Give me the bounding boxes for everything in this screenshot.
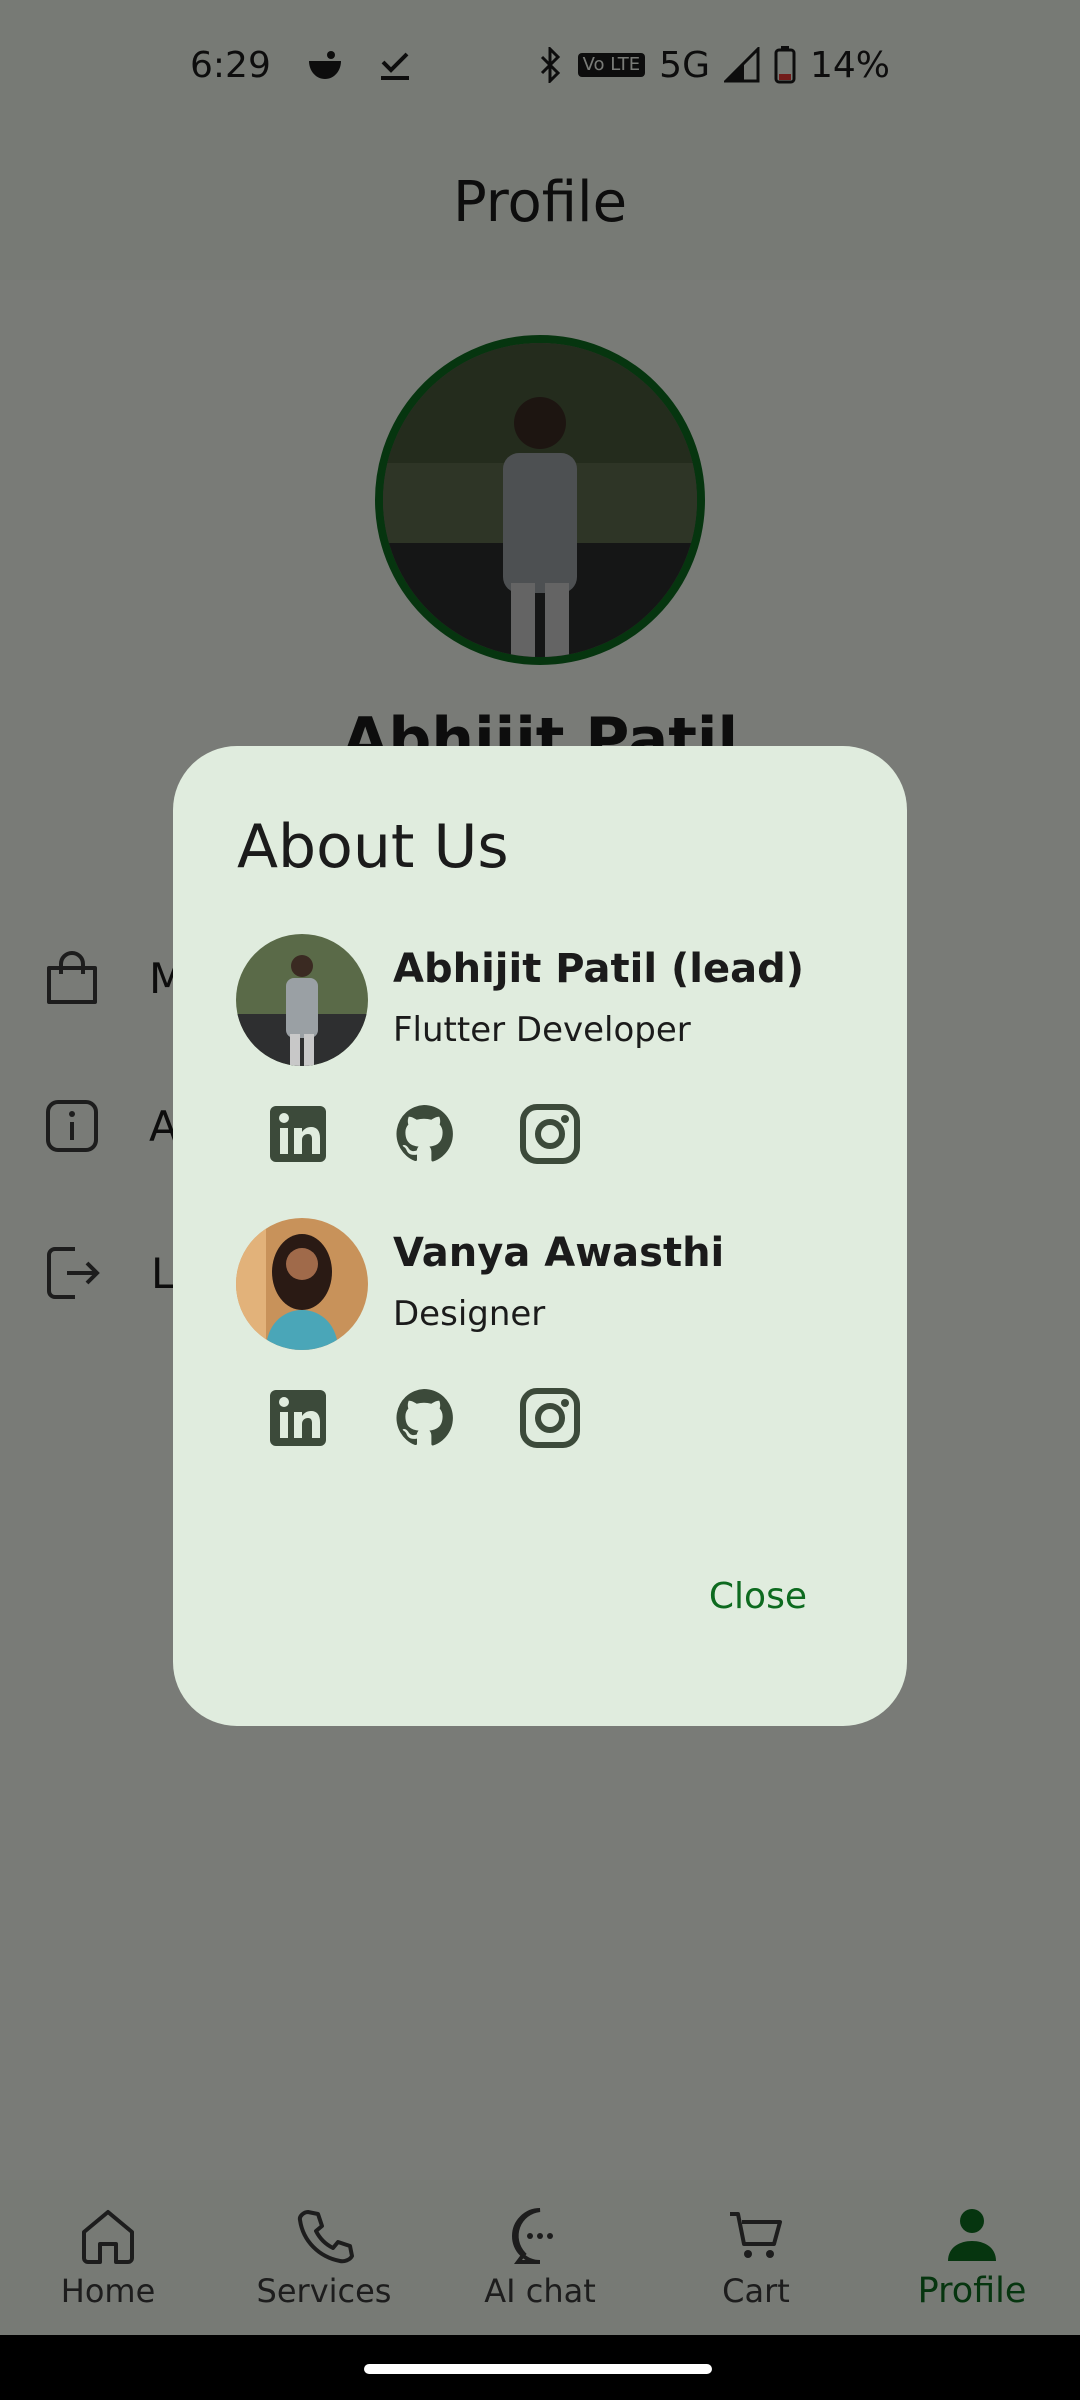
about-us-dialog: About Us Abhijit Patil (lead) Flutter De… [173, 746, 907, 1726]
member-photo [236, 934, 368, 1066]
member-role: Flutter Developer [393, 1010, 691, 1050]
home-gesture-handle[interactable] [364, 2364, 712, 2374]
github-icon[interactable] [392, 1386, 456, 1450]
instagram-icon[interactable] [518, 1386, 582, 1450]
github-icon[interactable] [392, 1102, 456, 1166]
member-avatar [236, 934, 368, 1066]
member-name: Abhijit Patil (lead) [393, 946, 804, 992]
dialog-title: About Us [237, 812, 509, 882]
member-avatar [236, 1218, 368, 1350]
member-name: Vanya Awasthi [393, 1230, 725, 1276]
member-photo [236, 1218, 368, 1350]
linkedin-icon[interactable] [266, 1386, 330, 1450]
close-button[interactable]: Close [709, 1576, 807, 1617]
gesture-navigation-bar [0, 2335, 1080, 2400]
linkedin-icon[interactable] [266, 1102, 330, 1166]
instagram-icon[interactable] [518, 1102, 582, 1166]
member-role: Designer [393, 1294, 546, 1334]
